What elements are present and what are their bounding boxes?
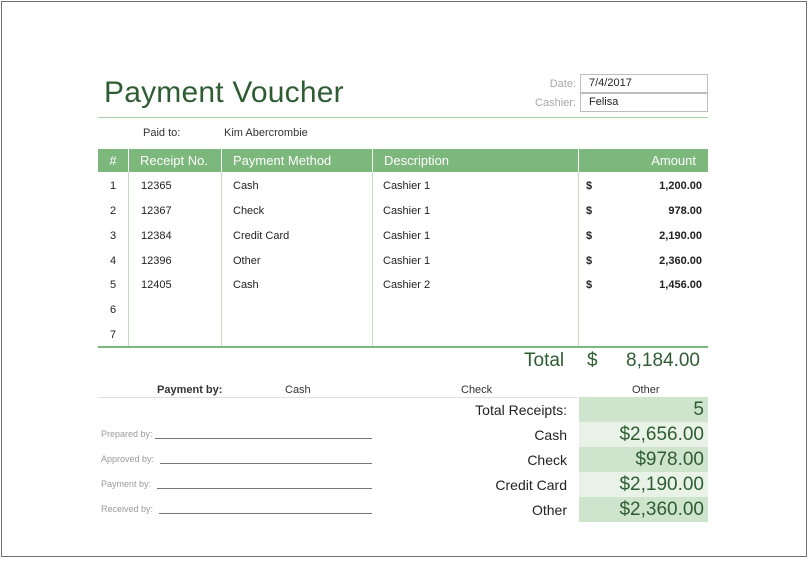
row-number: 7 (109, 329, 117, 341)
payment-by-label: Payment by: (157, 384, 223, 396)
col-header-amount: Amount (651, 153, 696, 168)
currency-symbol: $ (586, 180, 593, 192)
cashier-label: Cashier: (535, 97, 576, 109)
paid-to-label: Paid to: (143, 127, 181, 139)
currency-symbol: $ (586, 255, 593, 267)
row-number: 1 (109, 180, 117, 192)
row-number: 4 (109, 255, 117, 267)
column-divider (578, 149, 579, 347)
col-header-number: # (109, 153, 117, 168)
column-divider (128, 149, 129, 347)
total-label: Total (524, 350, 565, 371)
total-amount: 8,184.00 (626, 350, 700, 371)
header-divider (221, 149, 222, 172)
summary-label-check: Check (527, 452, 567, 468)
title-divider (98, 117, 708, 118)
method-cell[interactable]: Credit Card (233, 229, 289, 243)
summary-credit-card: $2,190.00 (579, 472, 708, 497)
amount-cell[interactable] (600, 303, 702, 317)
prepared-by-label: Prepared by: (101, 429, 153, 439)
currency-symbol: $ (586, 205, 593, 217)
cashier-field[interactable]: Felisa (580, 93, 708, 112)
date-field[interactable]: 7/4/2017 (580, 74, 708, 93)
description-cell[interactable]: Cashier 1 (383, 204, 430, 218)
summary-value: $2,656.00 (619, 424, 704, 445)
summary-total-receipts: 5 (579, 397, 708, 422)
description-cell[interactable]: Cashier 1 (383, 179, 430, 193)
prepared-by-line[interactable] (155, 438, 372, 439)
amount-cell[interactable]: 2,190.00 (600, 229, 702, 243)
amount-cell[interactable]: 1,456.00 (600, 278, 702, 292)
payment-option-cash[interactable]: Cash (285, 384, 311, 396)
approved-by-label: Approved by: (101, 454, 155, 464)
receipt-cell[interactable]: 12405 (141, 278, 172, 292)
row-number: 2 (109, 205, 117, 217)
currency-symbol: $ (586, 279, 593, 291)
method-cell[interactable]: Check (233, 204, 264, 218)
received-by-line[interactable] (159, 513, 372, 514)
summary-label-total-receipts: Total Receipts: (475, 402, 567, 418)
received-by-label: Received by: (101, 504, 154, 514)
payment-by-sign-label: Payment by: (101, 479, 152, 489)
payment-option-check[interactable]: Check (461, 384, 492, 396)
receipt-cell[interactable]: 12384 (141, 229, 172, 243)
page-title: Payment Voucher (104, 76, 344, 109)
column-divider (221, 149, 222, 347)
table-header: # Receipt No. Payment Method Description… (98, 149, 708, 172)
approved-by-line[interactable] (160, 463, 372, 464)
summary-label-other: Other (531, 502, 567, 518)
header-divider (372, 149, 373, 172)
receipt-cell[interactable]: 12365 (141, 179, 172, 193)
row-number: 6 (109, 304, 117, 316)
total-currency-symbol: $ (587, 350, 598, 371)
summary-label-cash: Cash (534, 427, 567, 443)
description-cell[interactable]: Cashier 1 (383, 229, 430, 243)
total-divider (98, 346, 708, 348)
header-divider (128, 149, 129, 172)
date-label: Date: (549, 78, 576, 90)
summary-other: $2,360.00 (579, 497, 708, 522)
receipt-cell[interactable]: 12396 (141, 254, 172, 268)
description-cell[interactable]: Cashier 2 (383, 278, 430, 292)
header-divider (578, 149, 579, 172)
receipt-cell[interactable]: 12367 (141, 204, 172, 218)
payment-option-other[interactable]: Other (632, 384, 660, 396)
summary-value: $2,360.00 (619, 499, 704, 520)
payment-by-divider (98, 397, 578, 398)
col-header-receipt: Receipt No. (140, 153, 208, 168)
amount-cell[interactable]: 978.00 (600, 204, 702, 218)
amount-cell[interactable]: 2,360.00 (600, 254, 702, 268)
amount-cell[interactable]: 1,200.00 (600, 179, 702, 193)
amount-cell[interactable] (600, 328, 702, 342)
summary-cash: $2,656.00 (579, 422, 708, 447)
method-cell[interactable]: Other (233, 254, 261, 268)
col-header-description: Description (384, 153, 450, 168)
paid-to-value[interactable]: Kim Abercrombie (224, 127, 308, 139)
summary-value: $978.00 (635, 449, 704, 470)
currency-symbol: $ (586, 230, 593, 242)
payment-by-line[interactable] (157, 488, 372, 489)
method-cell[interactable]: Cash (233, 179, 259, 193)
method-cell[interactable]: Cash (233, 278, 259, 292)
column-divider (372, 149, 373, 347)
summary-value: 5 (693, 399, 704, 420)
summary-label-credit-card: Credit Card (495, 477, 567, 493)
description-cell[interactable]: Cashier 1 (383, 254, 430, 268)
row-number: 3 (109, 230, 117, 242)
summary-value: $2,190.00 (619, 474, 704, 495)
summary-check: $978.00 (579, 447, 708, 472)
row-number: 5 (109, 279, 117, 291)
col-header-method: Payment Method (233, 153, 332, 168)
